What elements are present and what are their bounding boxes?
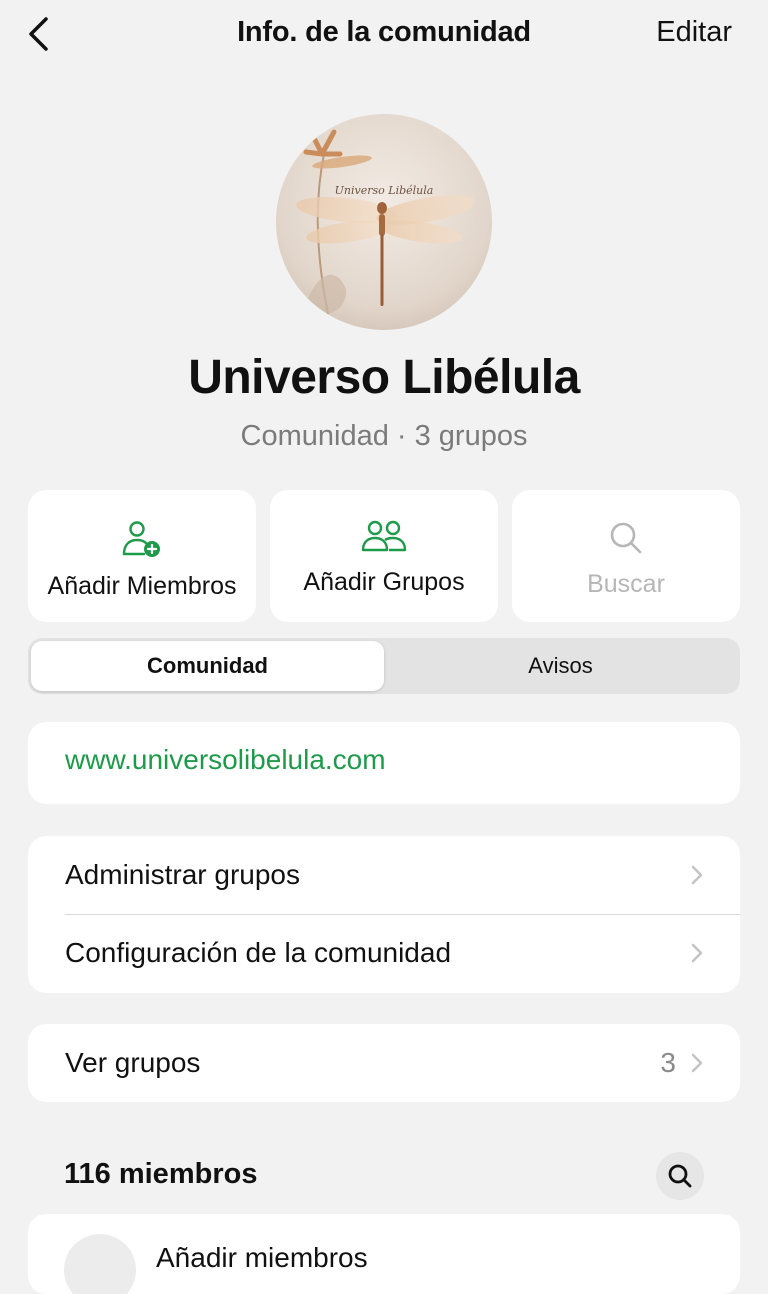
add-person-icon [122,521,160,557]
edit-button[interactable]: Editar [656,16,732,49]
search-button[interactable]: Buscar [512,490,740,622]
add-members-label: Añadir Miembros [47,572,237,600]
add-members-row[interactable]: Añadir miembros [28,1214,740,1294]
community-settings-label: Configuración de la comunidad [65,937,452,968]
add-member-avatar [64,1234,136,1294]
settings-card: Administrar grupos Configuración de la c… [28,836,740,993]
navigation-bar: Info. de la comunidad Editar [0,0,768,66]
add-members-row-label: Añadir miembros [156,1242,368,1273]
avatar-text: Universo Libélula [335,184,434,197]
tab-avisos[interactable]: Avisos [384,641,737,691]
search-icon [668,1164,692,1188]
search-icon [610,522,642,554]
groups-count: 3 [660,1047,676,1078]
search-label: Buscar [587,570,665,598]
website-card: www.universolibelula.com [28,722,740,804]
add-groups-label: Añadir Grupos [303,568,465,596]
tab-selector: Comunidad Avisos [28,638,740,694]
page-title: Info. de la comunidad [237,16,531,48]
add-members-button[interactable]: Añadir Miembros [28,490,256,622]
add-groups-button[interactable]: Añadir Grupos [270,490,498,622]
action-buttons: Añadir Miembros Añadir Grupos Buscar [28,490,740,622]
members-count-header: 116 miembros [64,1158,258,1190]
community-name: Universo Libélula [188,351,580,404]
chevron-right-icon [691,943,703,963]
chevron-right-icon [691,865,703,885]
website-link[interactable]: www.universolibelula.com [65,744,386,776]
dragonfly-illustration: Universo Libélula [276,114,492,330]
manage-groups-row[interactable]: Administrar grupos [28,836,740,914]
view-groups-card: Ver grupos 3 [28,1024,740,1102]
community-subtitle: Comunidad · 3 grupos [240,420,528,452]
community-settings-row[interactable]: Configuración de la comunidad [28,914,740,992]
community-avatar[interactable]: Universo Libélula [276,114,492,330]
groups-icon [361,520,407,552]
view-groups-row[interactable]: Ver grupos 3 [28,1024,740,1102]
view-groups-label: Ver grupos [65,1047,201,1078]
members-search-button[interactable] [656,1152,704,1200]
manage-groups-label: Administrar grupos [65,859,300,890]
tab-comunidad[interactable]: Comunidad [31,641,384,691]
chevron-right-icon [691,1053,703,1073]
